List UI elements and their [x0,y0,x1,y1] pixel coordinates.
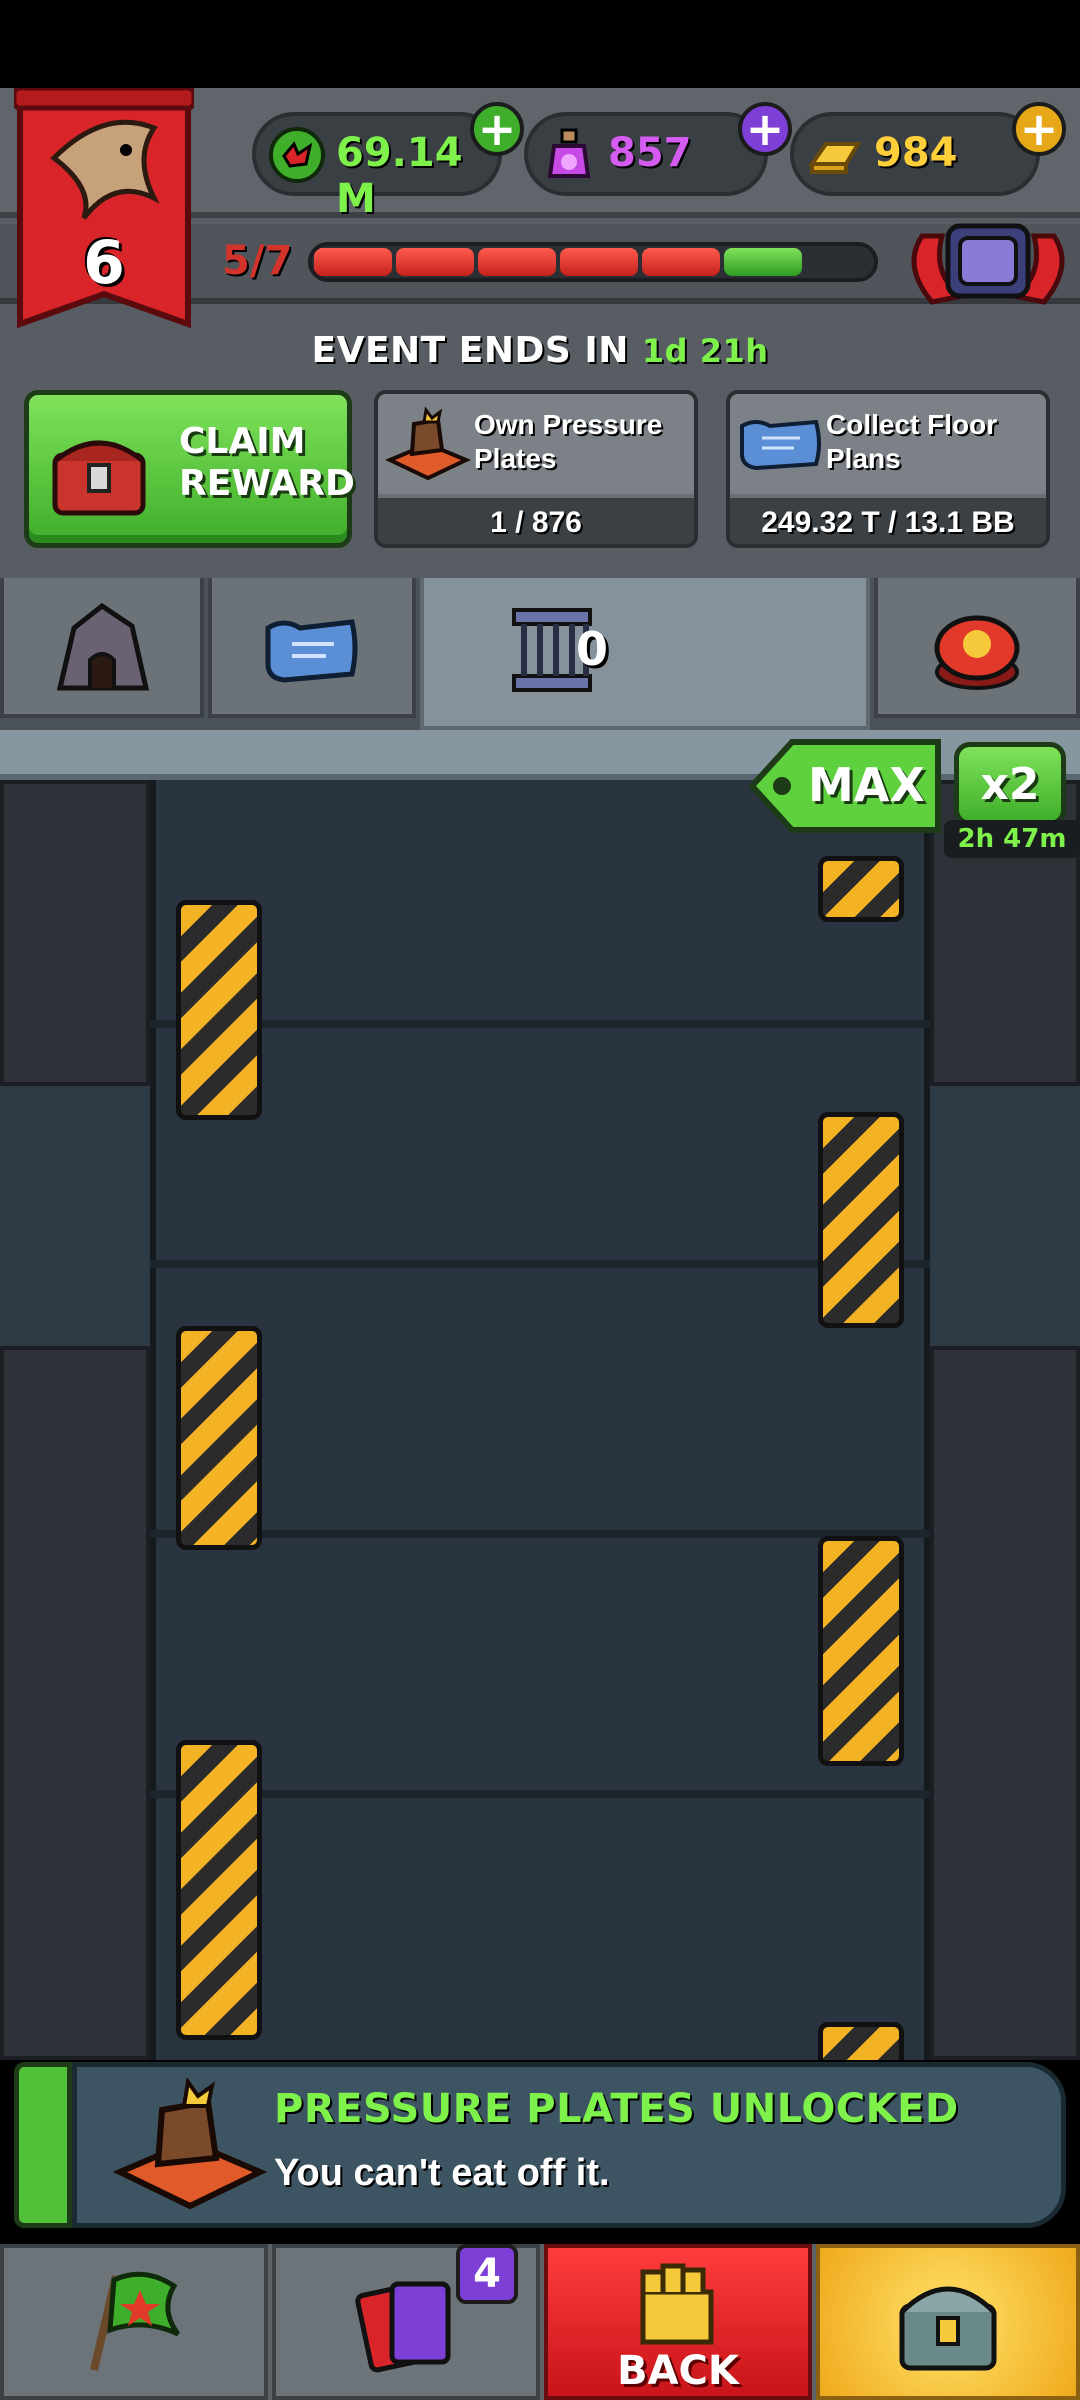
progress-segment [314,248,392,276]
notification-text: You can't eat off it. [274,2152,610,2194]
tab-alarm[interactable] [874,578,1080,718]
progress-label: 5/7 [222,238,293,284]
add-potions-button[interactable]: + [738,102,792,156]
event-countdown: EVENT ENDS IN 1d 21h [0,330,1080,371]
player-level-banner[interactable]: 6 [14,88,194,332]
potion-value: 857 [608,130,692,176]
task-title: Own Pressure Plates [474,409,663,474]
alarm-button-icon [934,615,1020,690]
gold-bar-icon [808,142,862,174]
potion-icon [547,128,591,178]
max-button[interactable]: MAX [748,738,944,834]
cards-icon [355,2281,451,2373]
claim-reward-button[interactable]: CLAIM REWARD [24,390,355,548]
x2-label: x2 [980,759,1040,810]
notification-title: PRESSURE PLATES UNLOCKED [274,2086,959,2132]
claim-reward-label: CLAIM REWARD [179,421,355,505]
task-progress: 1 / 876 [378,498,694,544]
progress-segment [806,248,874,276]
progress-segment [724,248,802,276]
potion-counter[interactable]: 857 + [524,102,792,196]
game-board[interactable] [0,730,1080,2060]
floor-plan-icon [740,419,821,471]
progress-segment [396,248,474,276]
progress-track [308,242,878,282]
hazard-stripe [176,900,262,1120]
task-own-pressure-plates[interactable]: Own Pressure Plates 1 / 876 [374,390,698,548]
left-wall [0,780,150,2060]
tab-floor-plans[interactable] [208,578,416,718]
hazard-stripe [818,1536,904,1766]
cards-badge: 4 [456,2244,518,2304]
player-level: 6 [83,228,125,298]
right-wall [930,780,1080,2060]
gold-value: 984 [874,130,958,176]
level-progress: 5/7 [222,236,892,288]
pressure-plate-icon [112,2076,268,2210]
fist-icon [640,2263,714,2345]
hazard-stripe [176,1326,262,1550]
back-label: BACK [617,2348,739,2394]
task-progress: 249.32 T / 13.1 BB [730,498,1046,544]
nav-cards-button[interactable]: 4 [272,2244,540,2400]
flag-icon [90,2271,181,2371]
nav-missions-button[interactable] [0,2244,268,2400]
claim-label-line2: REWARD [179,463,355,504]
cage-count: 0 [576,622,609,676]
gold-counter[interactable]: 984 + [790,102,1066,196]
task-collect-floor-plans[interactable]: Collect Floor Plans 249.32 T / 13.1 BB [726,390,1050,548]
tab-cages[interactable]: 0 [420,578,870,730]
notification-accent [14,2062,72,2228]
hazard-stripe [818,2022,904,2060]
unlock-notification[interactable]: PRESSURE PLATES UNLOCKED You can't eat o… [14,2062,1066,2228]
prison-floor [150,780,930,2060]
add-gold-button[interactable]: + [1012,102,1066,156]
claim-label-line1: CLAIM [179,421,306,462]
cash-counter[interactable]: 69.14 M + [252,102,524,222]
nav-back-button[interactable]: BACK [544,2244,812,2400]
category-tabs: 0 [0,578,1080,730]
hazard-stripe [818,1112,904,1328]
event-ends-label: EVENT ENDS IN [311,330,629,371]
event-ends-time: 1d 21h [641,332,769,370]
progress-segment [560,248,638,276]
hazard-stripe [176,1740,262,2040]
cash-icon [269,127,325,183]
laurel-trophy-icon[interactable] [902,206,1074,316]
task-title: Collect Floor Plans [826,409,998,474]
pressure-plate-icon [385,406,471,481]
add-cash-button[interactable]: + [470,102,524,156]
status-bar [0,0,1080,88]
bottom-nav: 4 BACK [0,2244,1080,2400]
nav-chest-button[interactable] [816,2244,1080,2400]
progress-segment [642,248,720,276]
progress-segment [478,248,556,276]
reward-chest-icon [52,440,146,516]
rock-prison-icon [56,602,150,691]
max-label: MAX [808,758,925,812]
treasure-chest-icon [899,2286,997,2371]
hazard-stripe [818,856,904,922]
blueprint-icon [265,619,358,683]
x2-timer: 2h 47m [944,820,1080,858]
tab-prison-rock[interactable] [0,578,204,718]
x2-boost-button[interactable]: x2 [954,742,1066,826]
